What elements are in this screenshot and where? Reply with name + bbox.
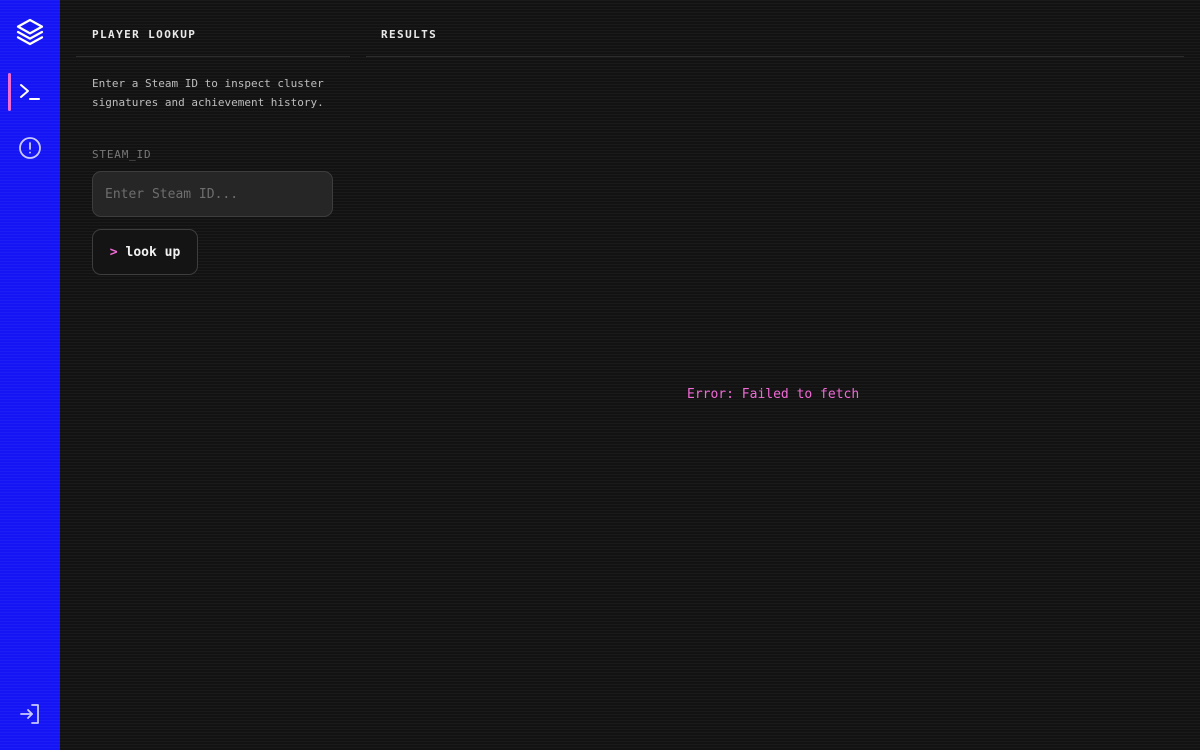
sign-in-button[interactable]	[0, 694, 60, 734]
lookup-panel-divider	[76, 56, 350, 57]
results-panel-divider	[366, 56, 1184, 57]
layers-icon	[16, 18, 44, 46]
terminal-icon	[20, 84, 40, 100]
sidebar-item-alerts[interactable]	[0, 128, 60, 168]
lookup-panel-title: PLAYER LOOKUP	[92, 28, 197, 41]
app-root: PLAYER LOOKUP Enter a Steam ID to inspec…	[0, 0, 1200, 750]
error-message: Error: Failed to fetch	[687, 387, 860, 402]
alert-circle-icon	[19, 137, 41, 159]
logo-button[interactable]	[0, 12, 60, 52]
sign-in-icon	[20, 704, 39, 724]
look-up-label: look up	[125, 244, 181, 260]
sidebar	[0, 0, 60, 750]
results-panel-title: RESULTS	[381, 28, 438, 41]
look-up-button[interactable]: > look up	[92, 229, 198, 275]
steam-id-input[interactable]	[92, 171, 333, 217]
prompt-glyph: >	[109, 244, 118, 260]
steam-id-label: STEAM_ID	[92, 148, 152, 161]
sidebar-item-lookup[interactable]	[0, 72, 60, 112]
lookup-description: Enter a Steam ID to inspect cluster sign…	[92, 77, 324, 109]
